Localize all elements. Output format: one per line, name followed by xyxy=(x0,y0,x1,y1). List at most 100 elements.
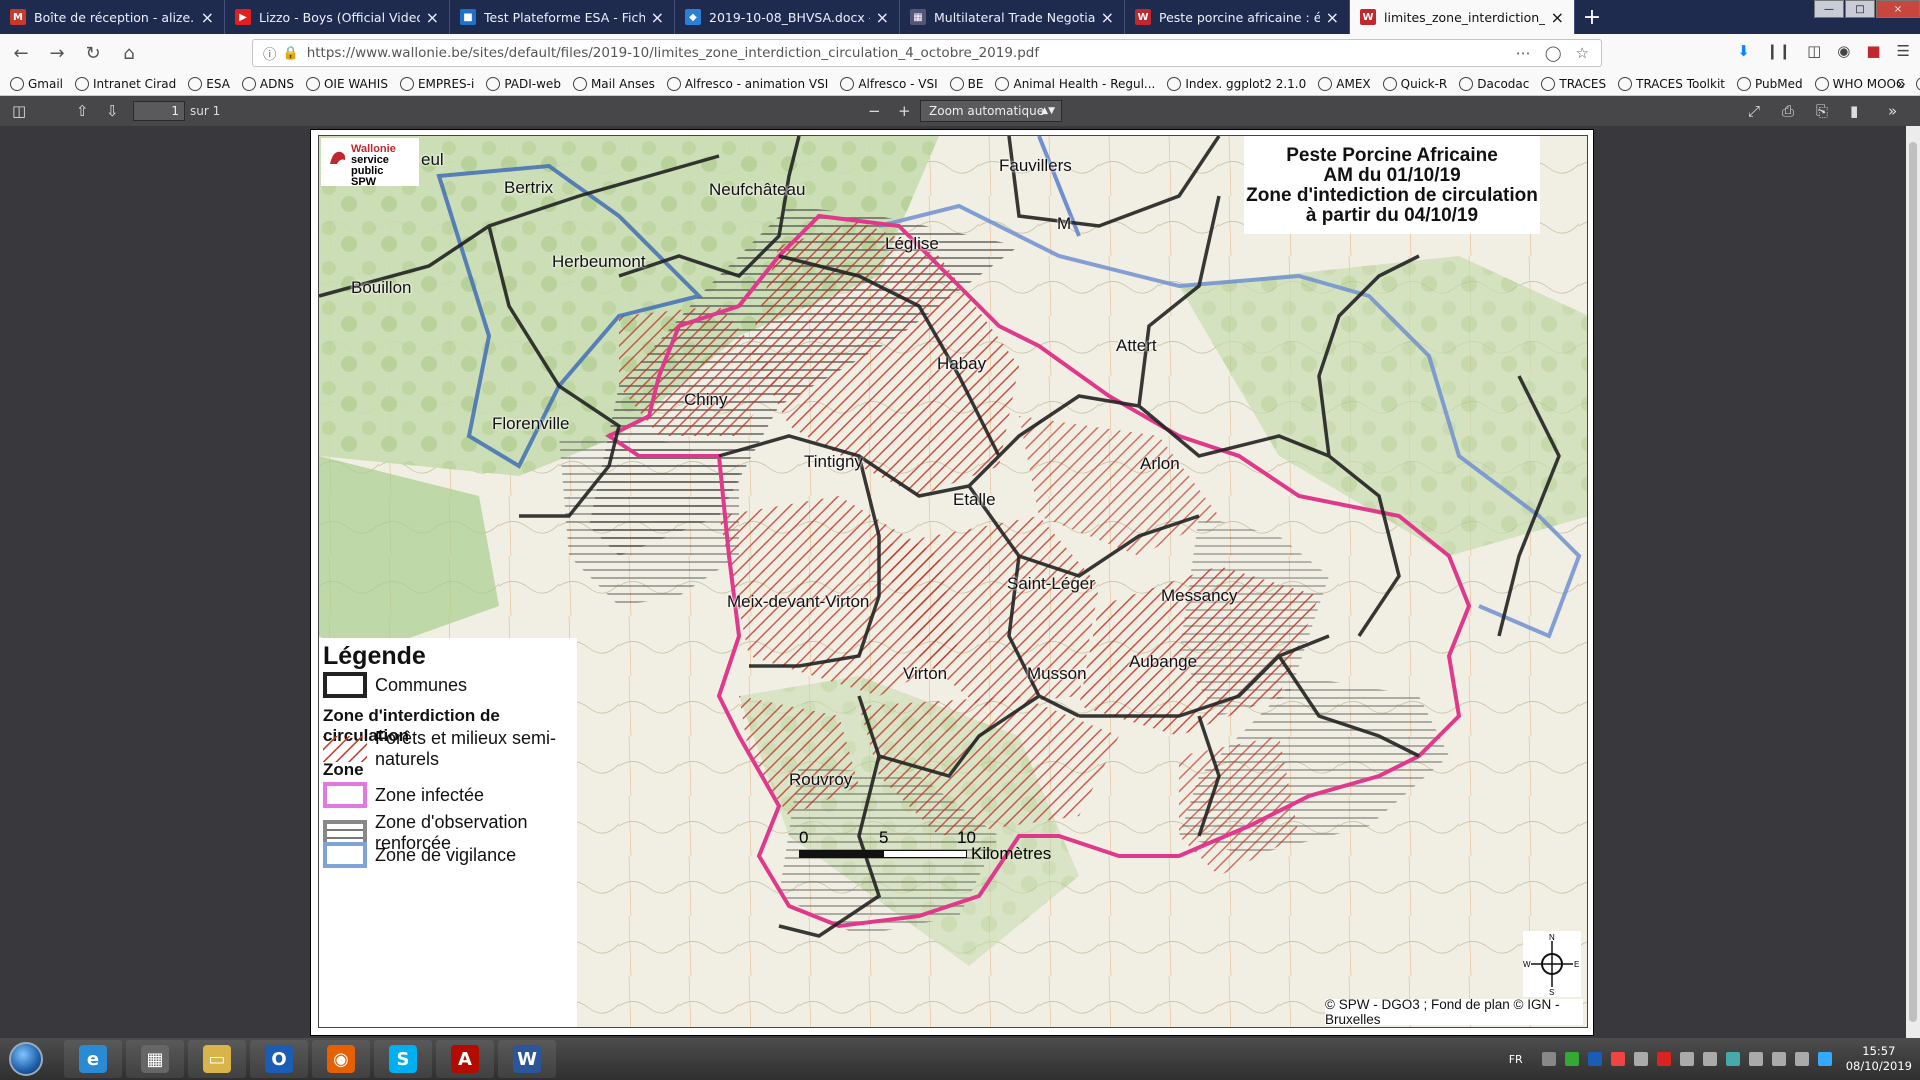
bookmark-icon[interactable]: ▮ xyxy=(1850,102,1858,120)
pocket-icon[interactable]: ◯ xyxy=(1545,44,1562,62)
bookmark-item[interactable]: Alfresco - animation VSI xyxy=(666,76,828,91)
firefox-taskbar-button[interactable]: ◉ xyxy=(312,1040,370,1078)
bookmark-item[interactable]: Index. ggplot2 2.1.0 xyxy=(1167,76,1306,91)
power-icon[interactable] xyxy=(1771,1052,1786,1066)
bookmark-item[interactable]: Mail Anses xyxy=(572,76,655,91)
start-button[interactable] xyxy=(0,1039,52,1079)
sidebar-toggle-icon[interactable]: ◫ xyxy=(12,102,26,120)
bookmark-item[interactable]: TRACES xyxy=(1541,76,1606,91)
home-icon[interactable]: ⌂ xyxy=(114,38,144,68)
bookmark-item[interactable]: PADI-web xyxy=(486,76,561,91)
zoom-select[interactable]: Zoom automatique ▲▼ xyxy=(920,100,1062,122)
acrobat-taskbar-button[interactable]: A xyxy=(436,1040,494,1078)
forward-icon[interactable]: → xyxy=(42,38,72,68)
bookmark-item[interactable]: OIE WAHIS xyxy=(305,76,388,91)
scrollbar-thumb[interactable] xyxy=(1909,142,1917,1022)
place-label: Tintigny xyxy=(804,452,863,471)
pdf-viewer[interactable]: Bertrix Neufchâteau Fauvillers Léglise H… xyxy=(0,126,1920,1038)
bookmark-item[interactable]: WHO MOOC xyxy=(1814,76,1904,91)
bookmark-item[interactable]: PubMed xyxy=(1737,76,1803,91)
info-icon[interactable]: ⓘ xyxy=(263,43,277,63)
bookmark-item[interactable]: EMPRES-i xyxy=(399,76,474,91)
save-icon[interactable]: ⎘ xyxy=(1816,102,1828,120)
sync-tray-icon[interactable] xyxy=(1725,1052,1740,1066)
close-icon[interactable]: × xyxy=(876,8,889,27)
wallonie-logo: Wallonie service public SPW xyxy=(321,138,419,188)
close-icon[interactable]: × xyxy=(201,8,214,27)
word-taskbar-button[interactable]: W xyxy=(498,1040,556,1078)
close-icon[interactable]: × xyxy=(1551,8,1564,27)
outlook-taskbar-button[interactable]: O xyxy=(250,1040,308,1078)
new-tab-button[interactable]: + xyxy=(1575,0,1609,34)
bookmark-item[interactable]: Alfresco - VSI xyxy=(840,76,938,91)
display-icon[interactable] xyxy=(1702,1052,1717,1066)
print-icon[interactable]: ⎙ xyxy=(1782,102,1794,120)
browser-tab[interactable]: M Boîte de réception - alize.merc × xyxy=(0,0,225,34)
calculator-taskbar-button[interactable]: ▦ xyxy=(126,1040,184,1078)
bookmark-item[interactable]: BE xyxy=(949,76,983,91)
bookmark-label: ADNS xyxy=(259,76,294,91)
bookmark-item[interactable]: ESA xyxy=(188,76,230,91)
skype-taskbar-button[interactable]: S xyxy=(374,1040,432,1078)
volume-icon[interactable] xyxy=(1748,1052,1763,1066)
bookmark-star-icon[interactable]: ☆ xyxy=(1576,44,1589,62)
browser-tab[interactable]: ◆ 2019-10-08_BHVSA.docx - Next × xyxy=(675,0,900,34)
browser-tab[interactable]: ■ Test Plateforme ESA - Fichiers × xyxy=(450,0,675,34)
printer-icon[interactable] xyxy=(1679,1052,1694,1066)
download-icon[interactable]: ⬇ xyxy=(1737,42,1750,60)
bookmark-item[interactable]: ADNS xyxy=(241,76,294,91)
bookmark-item[interactable]: AMEX xyxy=(1318,76,1371,91)
zoom-out-icon[interactable]: − xyxy=(868,102,881,120)
network-icon[interactable] xyxy=(1633,1052,1648,1066)
menu-icon[interactable]: ☰ xyxy=(1897,42,1910,60)
close-icon[interactable]: × xyxy=(426,8,439,27)
sync-icon[interactable]: ◉ xyxy=(1837,42,1850,60)
bookmark-item[interactable]: Intranet Cirad xyxy=(75,76,177,91)
vertical-scrollbar[interactable] xyxy=(1906,126,1920,1038)
browser-tab[interactable]: ▶ Lizzo - Boys (Official Video) × xyxy=(225,0,450,34)
dropbox-icon[interactable] xyxy=(1541,1052,1556,1066)
shield-icon[interactable] xyxy=(1564,1052,1579,1066)
next-page-icon[interactable]: ⇩ xyxy=(106,102,119,120)
previous-page-icon[interactable]: ⇧ xyxy=(76,102,89,120)
bookmark-label: Intranet Cirad xyxy=(93,76,177,91)
close-window-button[interactable]: × xyxy=(1876,0,1920,18)
n-tray-icon[interactable] xyxy=(1656,1052,1671,1066)
minimize-button[interactable]: — xyxy=(1814,0,1844,18)
bookmark-item[interactable]: Animal Health - Regul... xyxy=(995,76,1155,91)
bookmark-item[interactable]: TRACES Toolkit xyxy=(1618,76,1725,91)
more-bookmarks-icon[interactable]: » xyxy=(1896,74,1906,93)
library-icon[interactable]: ❙❙ xyxy=(1766,42,1791,60)
bookmark-item[interactable]: EpidVis xyxy=(1916,76,1920,91)
bluetooth-icon[interactable] xyxy=(1817,1052,1832,1066)
browser-tab[interactable]: W Peste porcine africaine : état de × xyxy=(1125,0,1350,34)
wifi-icon[interactable] xyxy=(1794,1052,1809,1066)
sidebar-icon[interactable]: ◫ xyxy=(1807,42,1821,60)
close-icon[interactable]: × xyxy=(651,8,664,27)
legend-swatch-infectee xyxy=(323,782,367,808)
internet-explorer-taskbar-button[interactable]: e xyxy=(64,1040,122,1078)
extension-icon[interactable]: ■ xyxy=(1866,42,1880,60)
language-indicator[interactable]: FR xyxy=(1509,1053,1523,1066)
browser-tab[interactable]: ▦ Multilateral Trade Negotiations × xyxy=(900,0,1125,34)
bookmark-item[interactable]: Quick-R xyxy=(1382,76,1447,91)
page-actions-icon[interactable]: ⋯ xyxy=(1516,44,1531,62)
tools-icon[interactable]: » xyxy=(1888,102,1897,120)
page-number-input[interactable]: 1 xyxy=(133,101,185,121)
outlook-tray-icon[interactable] xyxy=(1587,1052,1602,1066)
bookmark-item[interactable]: Gmail xyxy=(10,76,63,91)
zoom-value: Zoom automatique xyxy=(929,104,1045,118)
close-icon[interactable]: × xyxy=(1326,8,1339,27)
maximize-button[interactable]: □ xyxy=(1845,0,1875,18)
back-icon[interactable]: ← xyxy=(6,38,36,68)
reload-icon[interactable]: ↻ xyxy=(78,38,108,68)
url-bar[interactable]: ⓘ 🔒 https://www.wallonie.be/sites/defaul… xyxy=(252,39,1602,67)
browser-tab[interactable]: Wlimites_zone_interdiction_circu × xyxy=(1350,0,1575,34)
app-tray-icon[interactable] xyxy=(1610,1052,1625,1066)
zoom-in-icon[interactable]: + xyxy=(898,102,911,120)
close-icon[interactable]: × xyxy=(1101,8,1114,27)
file-explorer-taskbar-button[interactable]: ▭ xyxy=(188,1040,246,1078)
bookmark-item[interactable]: Dacodac xyxy=(1459,76,1529,91)
clock[interactable]: 15:57 08/10/2019 xyxy=(1846,1044,1912,1074)
fullscreen-icon[interactable]: ⤢ xyxy=(1748,102,1760,120)
